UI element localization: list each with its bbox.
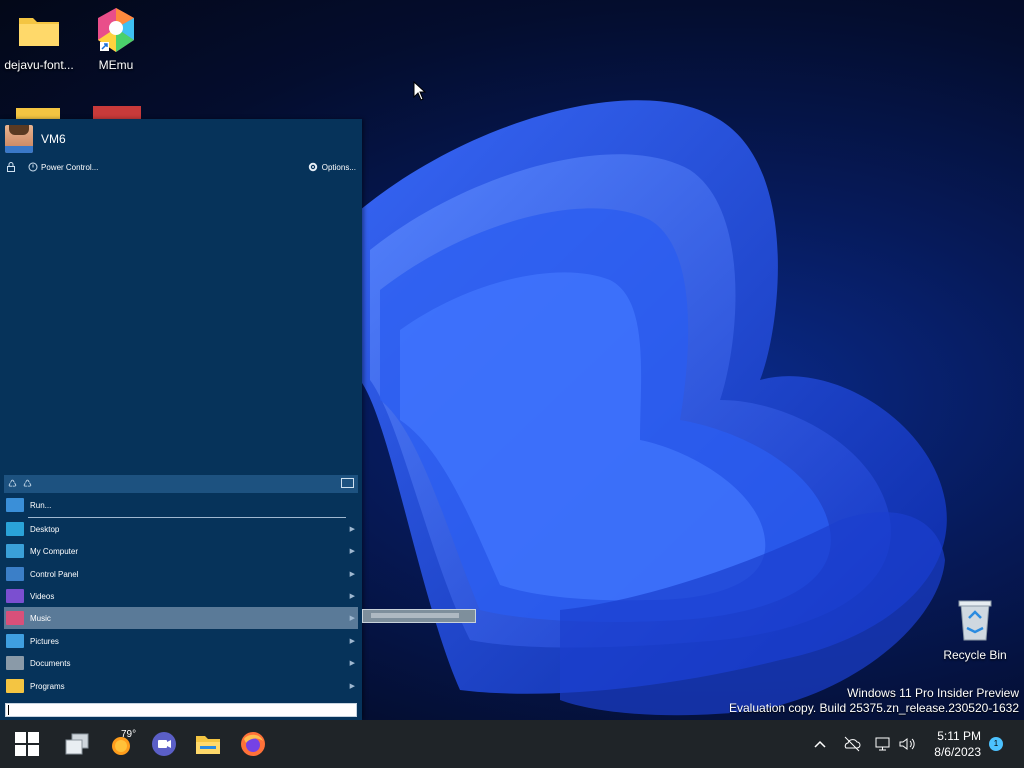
clock[interactable]: 5:11 PM 8/6/2023 bbox=[934, 728, 981, 760]
avatar[interactable] bbox=[5, 125, 33, 153]
submenu-arrow-icon: ▶ bbox=[349, 548, 355, 555]
task-view-button[interactable] bbox=[59, 726, 95, 762]
start-menu: VM6 Power Control... Options... ♺ ♺ Run.… bbox=[0, 119, 362, 720]
memu-icon bbox=[92, 6, 140, 54]
file-explorer-button[interactable] bbox=[190, 726, 226, 762]
username: VM6 bbox=[41, 132, 66, 146]
power-control-button[interactable]: Power Control... bbox=[28, 162, 98, 172]
start-menu-toolbar: ♺ ♺ bbox=[4, 475, 358, 493]
submenu-arrow-icon: ▶ bbox=[349, 593, 355, 600]
network-icon[interactable] bbox=[873, 734, 893, 754]
meet-icon bbox=[152, 732, 176, 756]
desktop-icon-label: MEmu bbox=[98, 58, 134, 72]
run-item[interactable]: Run... bbox=[4, 494, 358, 516]
file-explorer-icon bbox=[196, 736, 220, 754]
menu-item-label: Music bbox=[30, 613, 51, 623]
desktop-icon-memu[interactable]: MEmu bbox=[77, 6, 155, 72]
desktop-icon-label: Recycle Bin bbox=[943, 648, 1007, 662]
submenu-arrow-icon: ▶ bbox=[349, 638, 355, 645]
pictures-icon bbox=[6, 634, 24, 648]
menu-item-pictures[interactable]: Pictures ▶ bbox=[4, 630, 358, 652]
refresh-icon[interactable]: ♺ bbox=[23, 479, 32, 490]
view-toggle-icon[interactable] bbox=[341, 478, 354, 488]
menu-item-my-computer[interactable]: My Computer ▶ bbox=[4, 540, 358, 562]
menu-item-label: Programs bbox=[30, 681, 65, 691]
options-button[interactable]: Options... bbox=[307, 161, 356, 173]
menu-item-label: My Computer bbox=[30, 546, 79, 556]
desktop-icon-label: dejavu-font... bbox=[4, 58, 74, 72]
power-icon bbox=[28, 162, 38, 172]
user-header[interactable]: VM6 bbox=[5, 125, 66, 153]
cloud-offline-icon[interactable] bbox=[842, 734, 862, 754]
folder-icon bbox=[6, 679, 24, 693]
task-view-icon bbox=[65, 733, 89, 755]
menu-item-control-panel[interactable]: Control Panel ▶ bbox=[4, 563, 358, 585]
desktop-icon-dejavu-fonts[interactable]: dejavu-font... bbox=[0, 6, 78, 72]
recycle-bin-icon bbox=[951, 596, 999, 644]
run-label: Run... bbox=[30, 500, 52, 510]
power-control-label: Power Control... bbox=[41, 162, 99, 172]
submenu-arrow-icon: ▶ bbox=[349, 615, 355, 622]
submenu-arrow-icon: ▶ bbox=[349, 683, 355, 690]
submenu-arrow-icon: ▶ bbox=[349, 526, 355, 533]
menu-item-videos[interactable]: Videos ▶ bbox=[4, 585, 358, 607]
start-button[interactable] bbox=[9, 726, 45, 762]
firefox-button[interactable] bbox=[235, 726, 271, 762]
menu-item-documents[interactable]: Documents ▶ bbox=[4, 652, 358, 674]
computer-icon bbox=[6, 544, 24, 558]
options-label: Options... bbox=[321, 162, 356, 172]
notification-badge[interactable]: 1 bbox=[989, 737, 1003, 751]
chevron-up-icon[interactable] bbox=[810, 734, 830, 754]
firefox-icon bbox=[241, 732, 265, 756]
gear-icon bbox=[308, 162, 317, 172]
weather-temperature: 79° bbox=[121, 729, 137, 740]
text-caret bbox=[8, 705, 9, 715]
menu-item-label: Desktop bbox=[30, 524, 60, 534]
menu-item-label: Pictures bbox=[30, 636, 59, 646]
mouse-cursor-icon bbox=[413, 81, 427, 101]
documents-icon bbox=[6, 656, 24, 670]
menu-item-programs[interactable]: Programs ▶ bbox=[4, 675, 358, 697]
desktop-icon bbox=[6, 522, 24, 536]
clock-time: 5:11 PM bbox=[937, 729, 981, 743]
control-panel-icon bbox=[6, 567, 24, 581]
music-submenu-flyout[interactable] bbox=[362, 609, 476, 623]
run-icon bbox=[6, 498, 24, 512]
desktop-icon-recycle-bin[interactable]: Recycle Bin bbox=[936, 596, 1014, 662]
back-icon[interactable]: ♺ bbox=[8, 479, 17, 490]
windows-logo-icon bbox=[15, 732, 39, 756]
archive-icon bbox=[93, 106, 141, 120]
volume-icon[interactable] bbox=[897, 734, 917, 754]
clock-date: 8/6/2023 bbox=[934, 745, 981, 759]
lock-icon bbox=[7, 162, 15, 172]
menu-item-desktop[interactable]: Desktop ▶ bbox=[4, 518, 358, 540]
submenu-arrow-icon: ▶ bbox=[349, 660, 355, 667]
menu-item-label: Documents bbox=[30, 658, 71, 668]
videos-icon bbox=[6, 589, 24, 603]
folder-icon bbox=[15, 6, 63, 54]
meet-button[interactable] bbox=[146, 726, 182, 762]
menu-item-music[interactable]: Music ▶ bbox=[4, 607, 358, 629]
menu-item-label: Control Panel bbox=[30, 569, 79, 579]
lock-button[interactable] bbox=[6, 162, 16, 172]
submenu-arrow-icon: ▶ bbox=[349, 571, 355, 578]
start-menu-search-input[interactable] bbox=[5, 703, 357, 717]
menu-item-label: Videos bbox=[30, 591, 55, 601]
watermark-build: Evaluation copy. Build 25375.zn_release.… bbox=[729, 701, 1019, 715]
music-icon bbox=[6, 611, 24, 625]
submenu-placeholder bbox=[371, 613, 459, 618]
watermark-edition: Windows 11 Pro Insider Preview bbox=[847, 686, 1019, 700]
taskbar: 79° 5:11 PM 8/6/2023 1 bbox=[0, 720, 1024, 768]
